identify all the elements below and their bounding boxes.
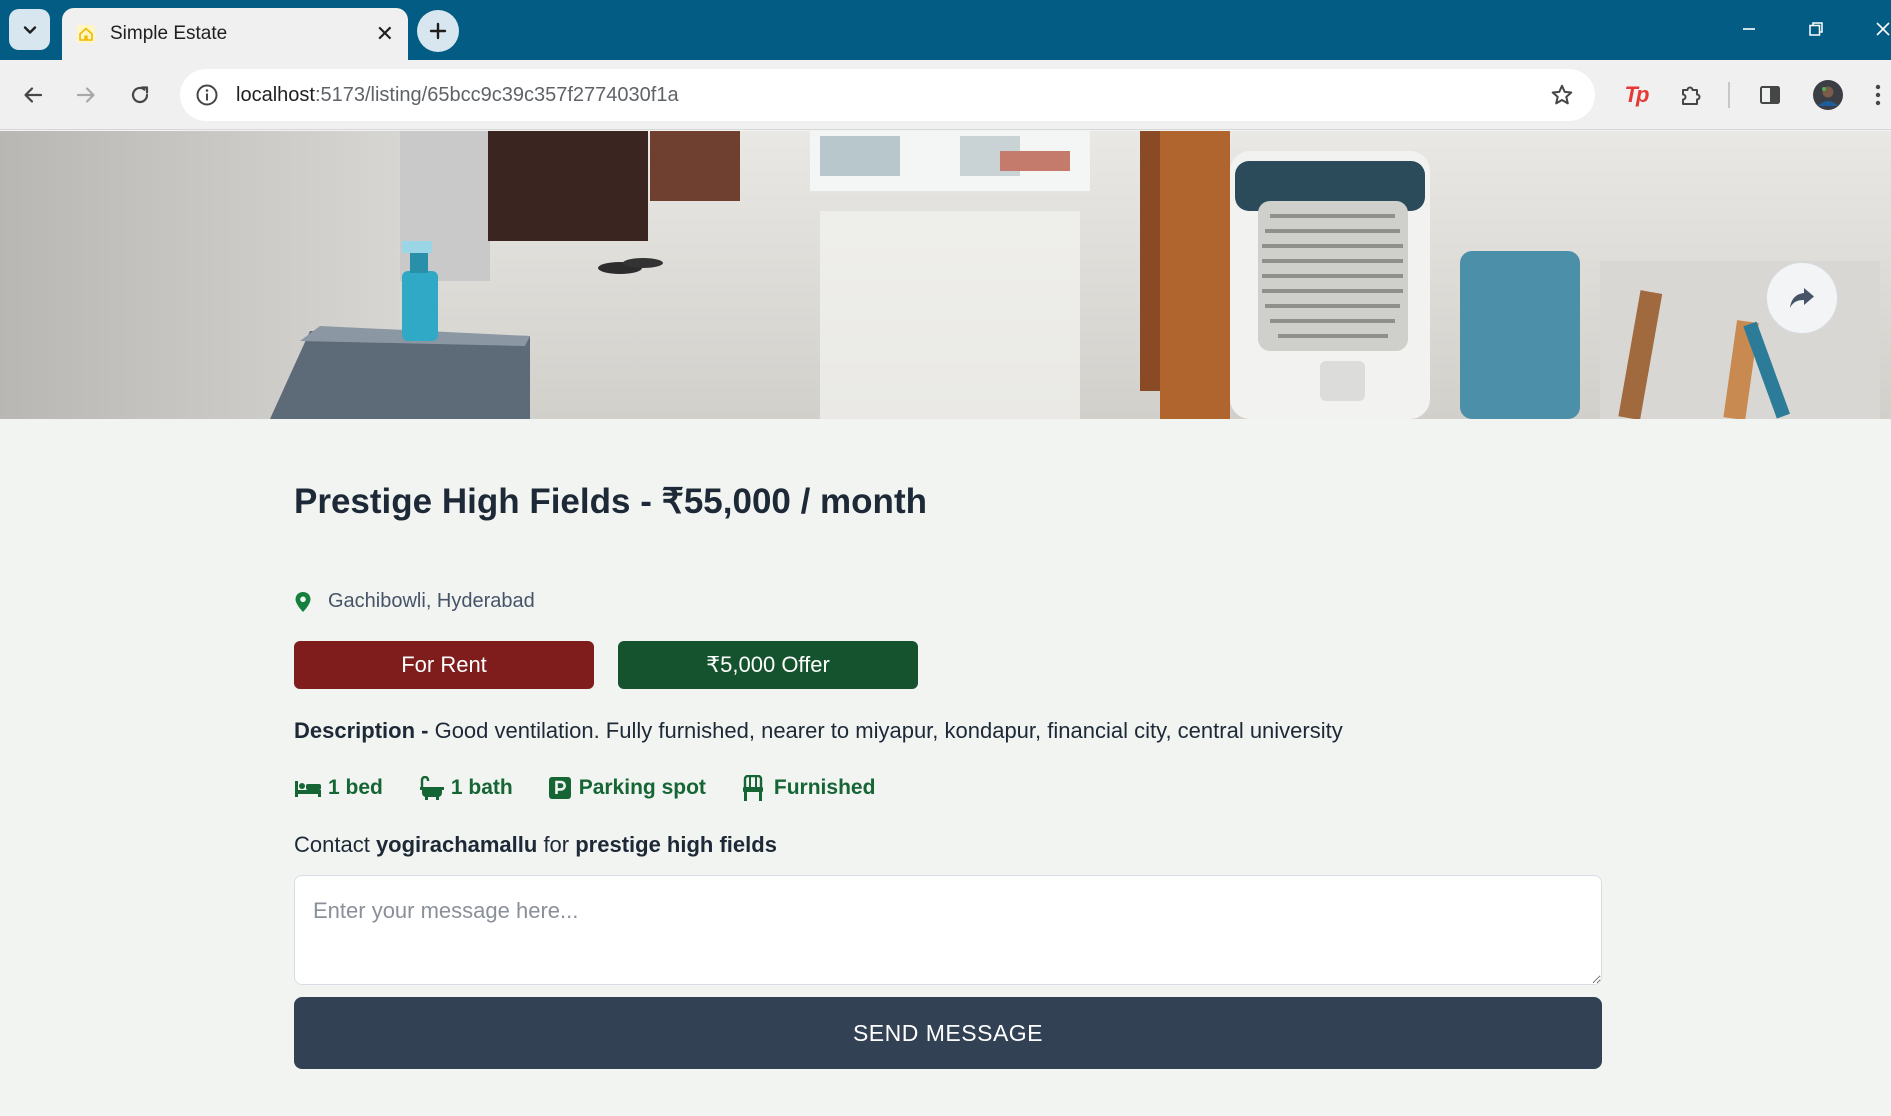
parking-label: Parking spot [578, 776, 706, 799]
profile-button[interactable] [1810, 77, 1846, 113]
location-pin-icon [294, 591, 314, 613]
back-button[interactable] [14, 76, 52, 114]
close-icon [1876, 22, 1890, 36]
contact-prefix: Contact [294, 832, 376, 857]
room-photo [0, 131, 1891, 419]
bed-icon [294, 778, 322, 798]
address-bar[interactable]: localhost:5173/listing/65bcc9c39c357f277… [180, 69, 1595, 121]
parking-icon [548, 777, 571, 799]
share-button[interactable] [1766, 262, 1838, 334]
side-panel-button[interactable] [1752, 77, 1788, 113]
bath-icon [419, 776, 445, 800]
profile-avatar [1813, 80, 1843, 110]
chair-icon [742, 775, 764, 801]
arrow-left-icon [24, 87, 43, 103]
beds-label: 1 bed [328, 776, 383, 799]
tab-search-button[interactable] [9, 9, 50, 50]
browser-titlebar: Simple Estate ✕ [0, 0, 1891, 60]
listing-description: Description - Good ventilation. Fully fu… [294, 718, 1602, 744]
feature-list: 1 bed 1 bath Parking spot Furnished [294, 775, 911, 801]
forward-button[interactable] [67, 76, 105, 114]
share-arrow-icon [1790, 288, 1814, 308]
url-host: localhost [236, 83, 315, 106]
description-text: Good ventilation. Fully furnished, neare… [434, 718, 1343, 743]
tp-extension-button[interactable]: Tp [1618, 77, 1654, 113]
restore-icon [1809, 22, 1823, 36]
tab-title: Simple Estate [110, 23, 228, 44]
send-message-button[interactable]: SEND MESSAGE [294, 997, 1602, 1069]
plus-icon [429, 22, 447, 40]
house-favicon-icon [77, 25, 95, 43]
feature-parking: Parking spot [548, 776, 706, 800]
listing-title: Prestige High Fields - ₹55,000 / month [294, 482, 927, 521]
contact-landlord-text: Contact yogirachamallu for prestige high… [294, 832, 777, 858]
new-tab-button[interactable] [417, 10, 459, 52]
browser-tab-active[interactable]: Simple Estate ✕ [62, 8, 408, 60]
kebab-menu-icon [1875, 84, 1881, 106]
baths-label: 1 bath [450, 776, 513, 799]
tp-extension-icon: Tp [1624, 82, 1650, 107]
address-text: Gachibowli, Hyderabad [328, 590, 535, 612]
extensions-button[interactable] [1673, 77, 1709, 113]
feature-furnished: Furnished [742, 775, 876, 801]
minimize-icon [1743, 28, 1755, 30]
browser-toolbar: localhost:5173/listing/65bcc9c39c357f277… [0, 60, 1891, 130]
toolbar-divider [1728, 82, 1730, 108]
contact-middle: for [537, 832, 576, 857]
extensions-puzzle-icon [1682, 86, 1701, 105]
bookmark-star-icon[interactable] [1547, 80, 1577, 110]
minimize-button[interactable] [1734, 14, 1764, 44]
tab-close-icon[interactable]: ✕ [376, 23, 394, 45]
reload-icon [131, 86, 149, 104]
close-window-button[interactable] [1868, 14, 1891, 44]
arrow-right-icon [76, 87, 95, 103]
site-info-icon[interactable] [192, 80, 222, 110]
restore-button[interactable] [1801, 14, 1831, 44]
listing-address: Gachibowli, Hyderabad [294, 590, 535, 613]
chevron-down-icon [23, 25, 36, 34]
listing-hero-image [0, 131, 1891, 419]
url-path: :5173/listing/65bcc9c39c357f2774030f1a [314, 83, 679, 106]
message-input[interactable] [294, 875, 1602, 985]
browser-menu-button[interactable] [1868, 77, 1888, 113]
feature-beds: 1 bed [294, 776, 383, 800]
contact-listing-name: prestige high fields [575, 832, 777, 857]
furnished-label: Furnished [773, 776, 876, 799]
offer-badge: ₹5,000 Offer [618, 641, 918, 689]
listing-type-badge: For Rent [294, 641, 594, 689]
owner-username: yogirachamallu [375, 832, 538, 857]
description-label: Description - [294, 718, 435, 743]
reload-button[interactable] [121, 76, 159, 114]
feature-baths: 1 bath [419, 776, 513, 800]
side-panel-icon [1760, 86, 1780, 104]
